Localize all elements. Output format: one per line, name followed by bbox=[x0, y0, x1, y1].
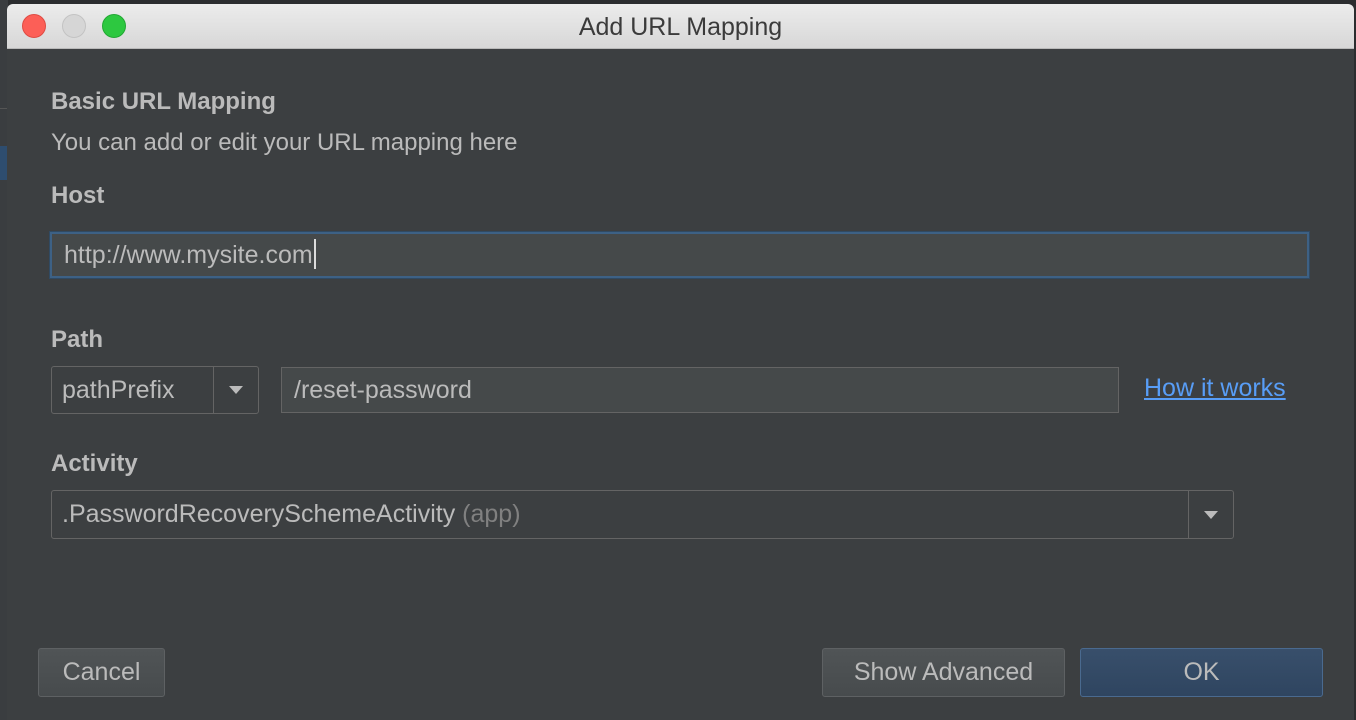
chevron-down-icon bbox=[1204, 510, 1218, 519]
cancel-button[interactable]: Cancel bbox=[38, 648, 165, 697]
path-type-dropdown[interactable]: pathPrefix bbox=[51, 366, 259, 414]
activity-value: .PasswordRecoverySchemeActivity bbox=[62, 500, 456, 528]
section-description: You can add or edit your URL mapping her… bbox=[51, 129, 518, 156]
path-type-value: pathPrefix bbox=[62, 376, 175, 404]
title-bar: Add URL Mapping bbox=[7, 4, 1354, 49]
activity-dropdown[interactable]: .PasswordRecoverySchemeActivity (app) bbox=[51, 490, 1234, 539]
show-advanced-button[interactable]: Show Advanced bbox=[822, 648, 1065, 697]
window-title: Add URL Mapping bbox=[578, 13, 783, 41]
text-caret bbox=[313, 239, 316, 270]
section-heading: Basic URL Mapping bbox=[51, 88, 276, 115]
ok-button[interactable]: OK bbox=[1080, 648, 1323, 697]
path-label: Path bbox=[51, 326, 104, 353]
host-input-value: http://www.mysite.com bbox=[64, 241, 313, 269]
path-input-value: /reset-password bbox=[294, 376, 472, 404]
host-input[interactable]: http://www.mysite.com bbox=[50, 232, 1309, 278]
dialog-window: Add URL Mapping Basic URL Mapping You ca… bbox=[7, 4, 1354, 720]
host-label: Host bbox=[51, 182, 105, 209]
path-input[interactable]: /reset-password bbox=[281, 367, 1119, 413]
path-type-arrow[interactable] bbox=[213, 367, 258, 413]
activity-label: Activity bbox=[51, 450, 138, 477]
how-it-works-link[interactable]: How it works bbox=[1144, 374, 1286, 403]
activity-arrow[interactable] bbox=[1188, 491, 1233, 538]
chevron-down-icon bbox=[229, 386, 243, 394]
activity-module-hint: (app) bbox=[462, 500, 521, 528]
